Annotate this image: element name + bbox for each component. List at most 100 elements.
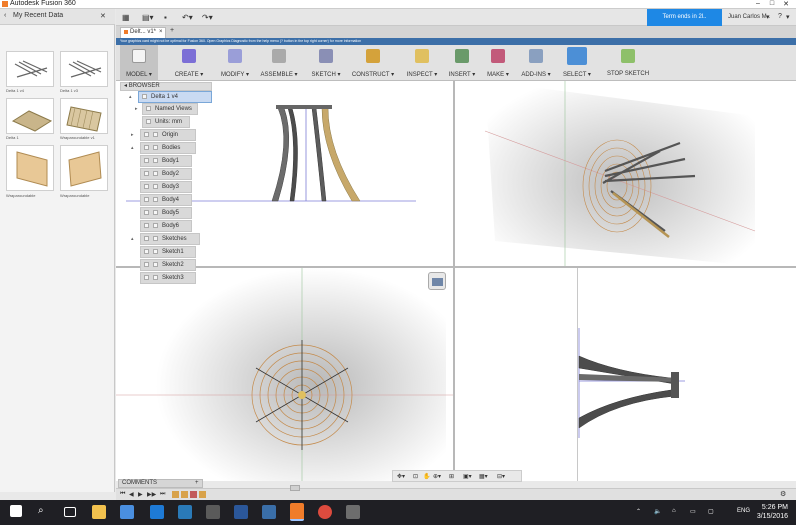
windows-start-icon[interactable] bbox=[10, 505, 22, 517]
viewports-icon[interactable]: ⊟▾ bbox=[497, 473, 505, 480]
timeline-handle[interactable] bbox=[290, 485, 300, 491]
tree-item-body4[interactable]: Body4 bbox=[140, 194, 192, 206]
visibility-icon[interactable] bbox=[144, 171, 149, 176]
insert-menu[interactable]: INSERT ▾ bbox=[444, 45, 480, 81]
tree-item-units[interactable]: Units: mm bbox=[142, 116, 190, 128]
tree-item-sketches[interactable]: Sketches bbox=[140, 233, 200, 245]
inspect-menu[interactable]: INSPECT ▾ bbox=[402, 45, 442, 81]
redo-icon[interactable]: ↷▾ bbox=[202, 13, 213, 22]
browser-header[interactable]: ◂ BROWSER bbox=[120, 82, 212, 91]
trial-button[interactable]: Term ends in 2l.. bbox=[647, 9, 722, 26]
visibility-icon[interactable] bbox=[142, 94, 147, 99]
back-icon[interactable]: ‹ bbox=[4, 12, 6, 19]
look-at-icon[interactable]: ⊡ bbox=[413, 473, 418, 480]
visibility-icon[interactable] bbox=[144, 145, 149, 150]
maximize-icon[interactable]: □ bbox=[766, 0, 778, 9]
minimize-icon[interactable]: – bbox=[752, 0, 764, 9]
user-menu[interactable]: Juan Carlos M.. bbox=[728, 14, 770, 20]
addins-menu[interactable]: ADD-INS ▾ bbox=[516, 45, 556, 81]
undo-icon[interactable]: ↶▾ bbox=[182, 13, 193, 22]
file-menu-icon[interactable]: ▤▾ bbox=[142, 13, 154, 22]
timeline-next-icon[interactable]: ▶▶ bbox=[147, 491, 156, 498]
tree-item-sketch2[interactable]: Sketch2 bbox=[140, 259, 196, 271]
thumbnail-wrap-v1[interactable] bbox=[60, 98, 108, 134]
visibility-icon[interactable] bbox=[144, 223, 149, 228]
timeline-first-icon[interactable]: ⏮ bbox=[120, 491, 125, 498]
comments-panel[interactable]: COMMENTS + bbox=[118, 479, 203, 488]
search-icon[interactable]: ⌕ bbox=[38, 505, 52, 519]
new-tab-icon[interactable]: + bbox=[170, 27, 174, 34]
tree-item-body6[interactable]: Body6 bbox=[140, 220, 192, 232]
autodesk-icon[interactable] bbox=[346, 505, 360, 519]
photos-icon[interactable] bbox=[206, 505, 220, 519]
user-dropdown-icon[interactable]: ▾ bbox=[766, 13, 770, 21]
grid-settings-icon[interactable]: ▦▾ bbox=[479, 473, 488, 480]
visibility-icon[interactable] bbox=[144, 184, 149, 189]
sketch-menu[interactable]: SKETCH ▾ bbox=[306, 45, 346, 81]
thumbnail-wrap[interactable] bbox=[6, 145, 54, 191]
create-menu[interactable]: CREATE ▾ bbox=[168, 45, 210, 81]
app-icon[interactable] bbox=[262, 505, 276, 519]
viewport-right[interactable] bbox=[455, 268, 796, 481]
thumbnail-wrap-2[interactable] bbox=[60, 145, 108, 191]
fusion360-taskbar-icon[interactable] bbox=[290, 503, 304, 521]
timeline-last-icon[interactable]: ⏭ bbox=[160, 491, 165, 498]
grid-menu-icon[interactable]: ▦ bbox=[122, 13, 130, 22]
timeline-settings-icon[interactable]: ⚙ bbox=[780, 490, 786, 498]
make-menu[interactable]: MAKE ▾ bbox=[482, 45, 514, 81]
expand-icon[interactable]: ▴ bbox=[131, 236, 134, 242]
modify-menu[interactable]: MODIFY ▾ bbox=[214, 45, 256, 81]
keyboard-icon[interactable]: ▭ bbox=[690, 508, 696, 515]
tab-close-icon[interactable]: × bbox=[159, 29, 163, 35]
action-center-icon[interactable]: ▢ bbox=[708, 508, 714, 515]
visibility-icon[interactable] bbox=[144, 132, 149, 137]
select-menu[interactable]: SELECT ▾ bbox=[560, 45, 594, 81]
timeline-feature-icon[interactable] bbox=[181, 491, 188, 498]
visibility-icon[interactable] bbox=[144, 262, 149, 267]
assemble-menu[interactable]: ASSEMBLE ▾ bbox=[256, 45, 302, 81]
tree-item-body1[interactable]: Body1 bbox=[140, 155, 192, 167]
file-explorer-icon[interactable] bbox=[92, 505, 106, 519]
canvas-area[interactable] bbox=[116, 81, 796, 481]
visibility-icon[interactable] bbox=[144, 158, 149, 163]
help-dropdown-icon[interactable]: ▾ bbox=[786, 13, 790, 21]
chrome-icon[interactable] bbox=[318, 505, 332, 519]
expand-icon[interactable]: ▸ bbox=[135, 106, 138, 112]
pan-icon[interactable]: ✋ bbox=[423, 473, 430, 480]
visibility-icon[interactable] bbox=[144, 275, 149, 280]
display-settings-icon[interactable]: ▣▾ bbox=[463, 473, 472, 480]
add-comment-icon[interactable]: + bbox=[195, 480, 199, 487]
tree-item-sketch3[interactable]: Sketch3 bbox=[140, 272, 196, 284]
visibility-icon[interactable] bbox=[144, 236, 149, 241]
close-panel-icon[interactable]: ✕ bbox=[100, 12, 106, 20]
timeline-feature-icon[interactable] bbox=[199, 491, 206, 498]
word-icon[interactable] bbox=[234, 505, 248, 519]
stop-sketch-button[interactable]: STOP SKETCH bbox=[602, 45, 654, 81]
language-indicator[interactable]: ENG bbox=[737, 508, 750, 514]
thumbnail-delta1v4[interactable] bbox=[6, 51, 54, 87]
timeline-feature-icon[interactable] bbox=[172, 491, 179, 498]
network-icon[interactable]: ⌂ bbox=[672, 508, 676, 514]
photoshop-icon[interactable] bbox=[178, 505, 192, 519]
store-icon[interactable] bbox=[120, 505, 134, 519]
timeline-feature-icon[interactable] bbox=[190, 491, 197, 498]
visibility-icon[interactable] bbox=[144, 210, 149, 215]
tree-item-origin[interactable]: Origin bbox=[140, 129, 196, 141]
timeline-prev-icon[interactable]: ◀ bbox=[129, 491, 134, 498]
workspace-selector[interactable]: MODEL ▾ bbox=[120, 45, 158, 81]
tree-item-named-views[interactable]: Named Views bbox=[142, 103, 198, 115]
edge-icon[interactable] bbox=[150, 505, 164, 519]
timeline-play-icon[interactable]: ▶ bbox=[138, 491, 143, 498]
visibility-icon[interactable] bbox=[144, 197, 149, 202]
tree-item-body2[interactable]: Body2 bbox=[140, 168, 192, 180]
tray-arrow-icon[interactable]: ⌃ bbox=[636, 508, 641, 515]
viewport-top[interactable] bbox=[116, 268, 453, 481]
volume-icon[interactable]: 🔈 bbox=[654, 508, 661, 515]
fit-icon[interactable]: ⊞ bbox=[449, 473, 454, 480]
expand-root-icon[interactable]: ▴ bbox=[129, 94, 132, 100]
view-cube-icon[interactable] bbox=[428, 272, 446, 290]
clock[interactable]: 5:26 PM 3/15/2016 bbox=[757, 503, 788, 521]
task-view-icon[interactable] bbox=[64, 507, 76, 517]
tree-item-sketch1[interactable]: Sketch1 bbox=[140, 246, 196, 258]
save-icon[interactable]: ▪ bbox=[164, 13, 167, 22]
